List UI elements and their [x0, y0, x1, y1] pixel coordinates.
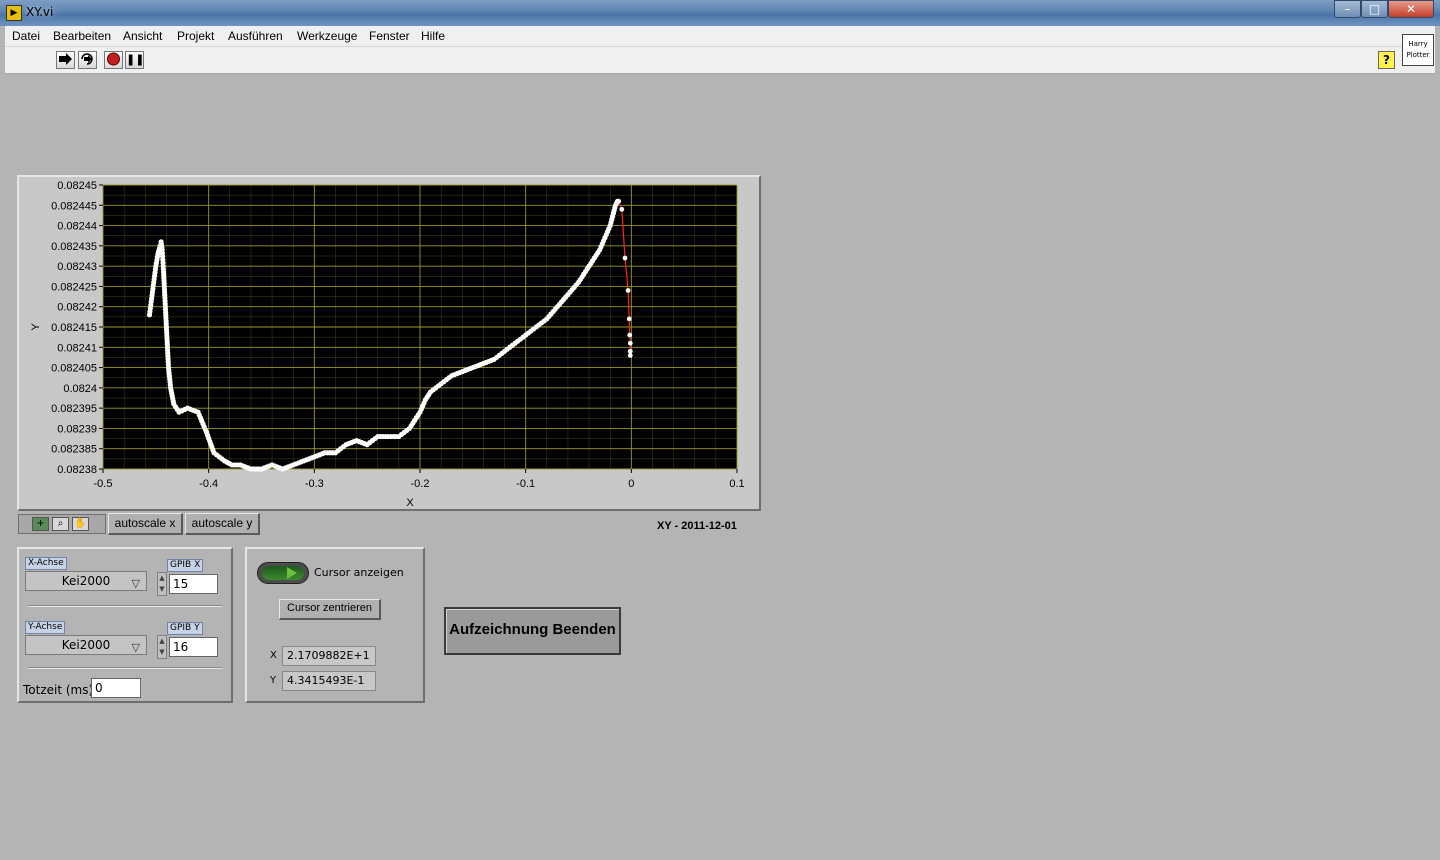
zoom-icon[interactable]: ⌕ [52, 517, 69, 531]
dead-time-label: Totzeit (ms) [23, 683, 94, 697]
cursor-toggle-label: Cursor anzeigen [314, 566, 404, 579]
divider [28, 667, 222, 669]
abort-icon[interactable] [104, 51, 123, 69]
menu-bar: Datei Bearbeiten Ansicht Projekt Ausführ… [5, 26, 1435, 47]
x-axis-label: X [406, 497, 414, 509]
gpib-x-input[interactable]: 15 [169, 574, 218, 594]
data-point [625, 288, 631, 293]
divider [28, 605, 222, 607]
labview-vi-icon: ▶ [6, 5, 22, 21]
run-arrow-icon[interactable] [56, 51, 75, 69]
chevron-down-icon: ▽ [131, 641, 140, 654]
data-point [626, 316, 632, 322]
x-tick-label: -0.5 [94, 478, 113, 490]
y-tick-label: 0.08243 [57, 261, 97, 273]
graph-caption: XY - 2011-12-01 [657, 520, 737, 532]
gpib-y-label: GPIB Y [167, 622, 203, 635]
menu-bearbeiten[interactable]: Bearbeiten [53, 29, 111, 43]
y-axis-device-select[interactable]: Kei2000 ▽ [25, 635, 147, 655]
y-tick-label: 0.08242 [57, 302, 97, 314]
x-tick-label: -0.3 [305, 478, 324, 490]
gpib-y-input[interactable]: 16 [169, 637, 218, 657]
cursor-toggle-led [262, 566, 304, 580]
close-button[interactable]: ✕ [1388, 0, 1434, 18]
pause-icon[interactable]: ❚❚ [125, 51, 144, 69]
data-point [627, 332, 633, 338]
xy-graph[interactable]: -0.5 -0.4 -0.3 -0.2 -0.1 0 0.1 0.08245 0.082445 0… [17, 175, 761, 511]
chevron-down-icon: ▽ [131, 577, 140, 590]
x-axis-device-select[interactable]: Kei2000 ▽ [25, 571, 147, 591]
x-tick-label: -0.4 [199, 478, 218, 490]
y-axis-label: Y [30, 323, 42, 331]
data-point [622, 255, 628, 261]
y-tick-label: 0.082415 [51, 322, 97, 334]
y-tick-label: 0.082385 [51, 444, 97, 456]
x-tick-label: -0.2 [411, 478, 430, 490]
x-tick-label: 0.1 [729, 478, 744, 490]
y-tick-label: 0.082405 [51, 363, 97, 375]
data-point [619, 206, 625, 212]
cursor-y-label: Y [270, 675, 277, 686]
vi-icon-line1: Harry [1408, 40, 1428, 48]
x-axis-device-value: Kei2000 [61, 574, 111, 588]
cursor-move-icon[interactable]: + [32, 517, 49, 531]
menu-datei[interactable]: Datei [12, 29, 40, 43]
data-point [627, 340, 633, 346]
menu-hilfe[interactable]: Hilfe [421, 29, 445, 43]
x-tick-label: -0.1 [516, 478, 535, 490]
cursor-y-value: 4.3415493E-1 [282, 671, 376, 691]
data-point [627, 353, 633, 358]
y-axis-device-value: Kei2000 [61, 638, 111, 652]
y-tick-label: 0.0824 [63, 383, 97, 395]
y-tick-label: 0.082435 [51, 241, 97, 253]
menu-fenster[interactable]: Fenster [369, 29, 410, 43]
autoscale-y-button[interactable]: autoscale y [185, 513, 260, 535]
x-axis-label-tag: X-Achse [25, 557, 67, 570]
y-tick-label: 0.082425 [51, 281, 97, 293]
menu-ansicht[interactable]: Ansicht [123, 29, 162, 43]
y-axis-label-tag: Y-Achse [25, 621, 66, 634]
autoscale-x-button[interactable]: autoscale x [108, 513, 183, 535]
gpib-y-stepper[interactable]: ▲ ▼ [157, 635, 167, 659]
cursor-x-value: 2.1709882E+1 [282, 646, 376, 666]
maximize-button[interactable]: □ [1361, 0, 1388, 18]
y-tick-label: 0.08244 [57, 221, 97, 233]
y-tick-label: 0.08241 [57, 342, 97, 354]
x-tick-label: 0 [628, 478, 634, 490]
vi-icon-line2: Plotter [1406, 51, 1430, 59]
y-tick-label: 0.08239 [57, 423, 97, 435]
vi-connector-icon: Harry Plotter [1402, 34, 1434, 66]
cursor-x-label: X [270, 650, 277, 661]
center-cursor-button[interactable]: Cursor zentrieren [279, 599, 381, 620]
y-tick-label: 0.08245 [57, 180, 97, 192]
run-continuously-icon[interactable] [78, 51, 97, 69]
data-point [616, 198, 622, 204]
toggle-arrow-icon [287, 567, 297, 579]
help-icon[interactable]: ? [1378, 51, 1395, 69]
toolbar: ❚❚ [5, 47, 1435, 74]
y-tick-label: 0.08238 [57, 464, 97, 476]
stop-recording-button[interactable]: Aufzeichnung Beenden [444, 607, 621, 655]
menu-projekt[interactable]: Projekt [177, 29, 214, 43]
gpib-x-label: GPIB X [167, 559, 204, 572]
title-bar [0, 0, 1440, 26]
pan-hand-icon[interactable]: ✋ [72, 517, 89, 531]
graph-palette: + ⌕ ✋ [18, 514, 106, 534]
gpib-x-stepper[interactable]: ▲ ▼ [157, 572, 167, 596]
dead-time-input[interactable]: 0 [91, 678, 141, 698]
y-tick-label: 0.082445 [51, 200, 97, 212]
menu-ausfuehren[interactable]: Ausführen [228, 29, 283, 43]
minimize-button[interactable]: – [1334, 0, 1361, 18]
menu-werkzeuge[interactable]: Werkzeuge [297, 29, 357, 43]
window-title: XY.vi [26, 5, 54, 19]
y-tick-label: 0.082395 [51, 403, 97, 415]
